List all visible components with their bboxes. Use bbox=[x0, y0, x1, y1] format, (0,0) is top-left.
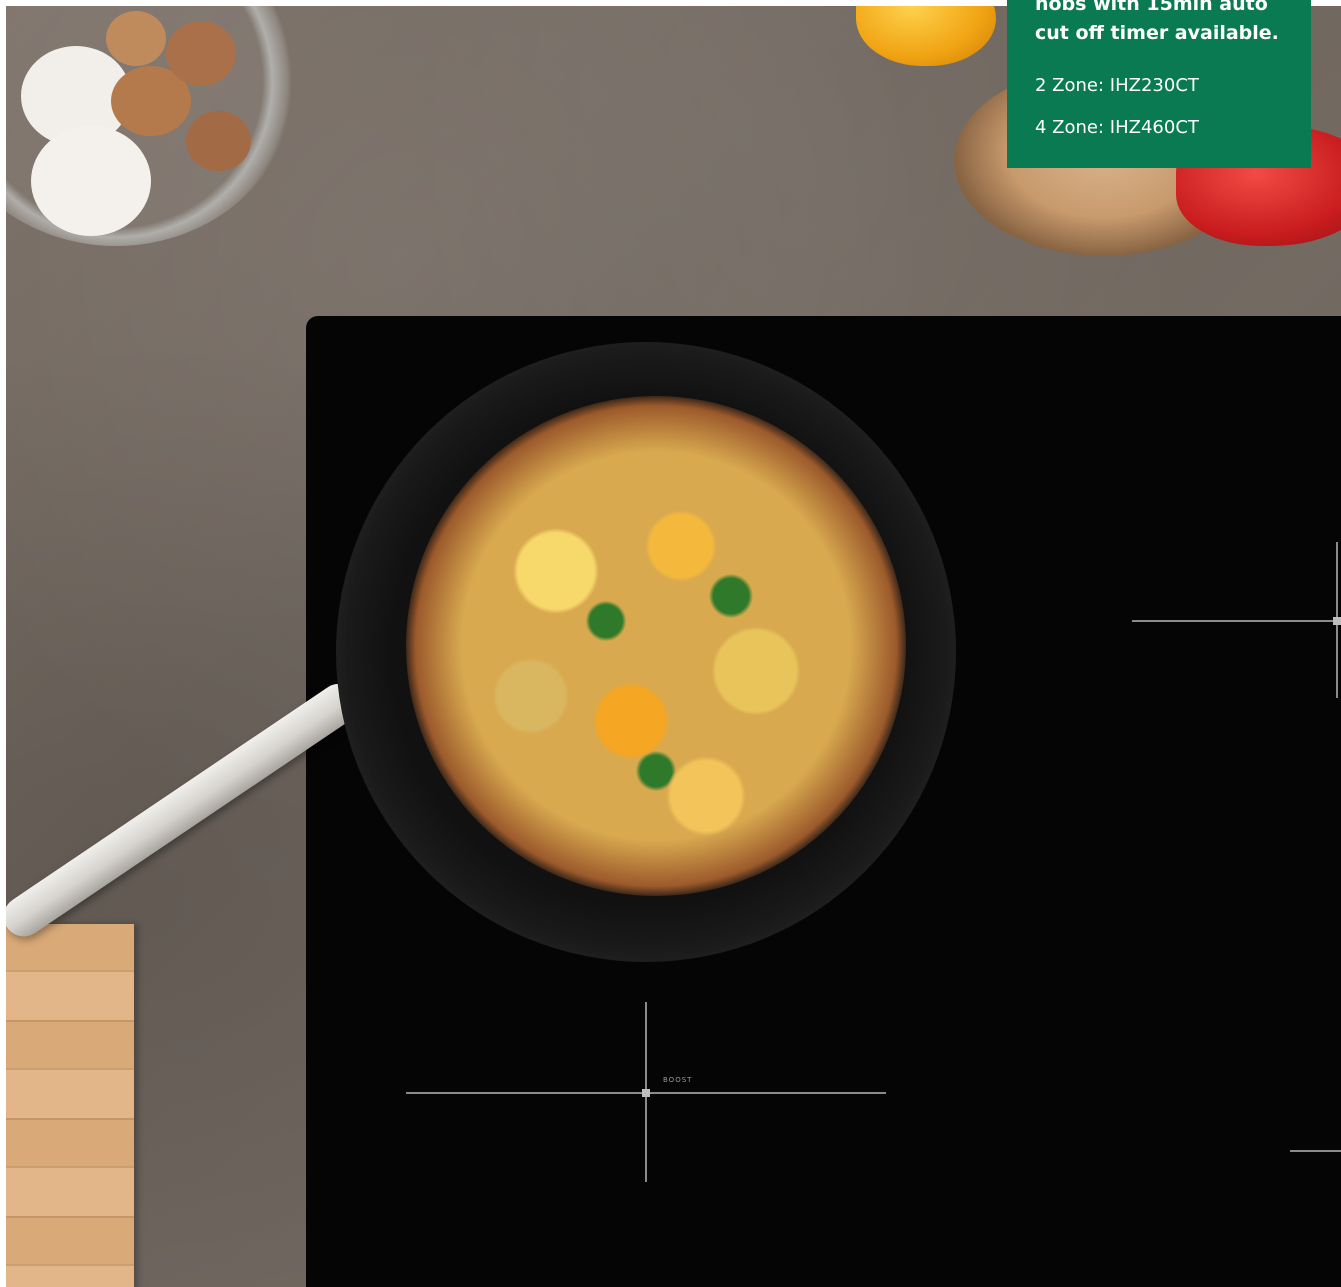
mushroom bbox=[106, 11, 166, 66]
mushroom bbox=[166, 21, 236, 86]
yellow-pepper bbox=[856, 6, 996, 66]
kitchen-photo: BOOST bbox=[6, 6, 1341, 1287]
boost-label: BOOST bbox=[663, 1076, 693, 1084]
fried-potatoes-vegetables bbox=[406, 396, 906, 896]
zone-marker bbox=[1290, 1150, 1341, 1152]
info-headline-line: cut off timer available. bbox=[1035, 22, 1279, 44]
mushroom-bowl bbox=[6, 6, 296, 246]
zone-marker bbox=[1132, 620, 1341, 622]
mushroom bbox=[31, 126, 151, 236]
mushroom bbox=[186, 111, 251, 171]
zone-center-mark bbox=[1333, 617, 1341, 625]
model-2-zone: 2 Zone: IHZ230CT bbox=[1035, 75, 1199, 96]
info-panel: hobs with 15min auto cut off timer avail… bbox=[1007, 0, 1311, 168]
info-headline-line: hobs with 15min auto bbox=[1035, 0, 1268, 15]
cutting-board bbox=[6, 924, 134, 1287]
zone-center-mark bbox=[642, 1089, 650, 1097]
info-headline: hobs with 15min auto cut off timer avail… bbox=[1035, 0, 1305, 48]
model-4-zone: 4 Zone: IHZ460CT bbox=[1035, 117, 1199, 138]
